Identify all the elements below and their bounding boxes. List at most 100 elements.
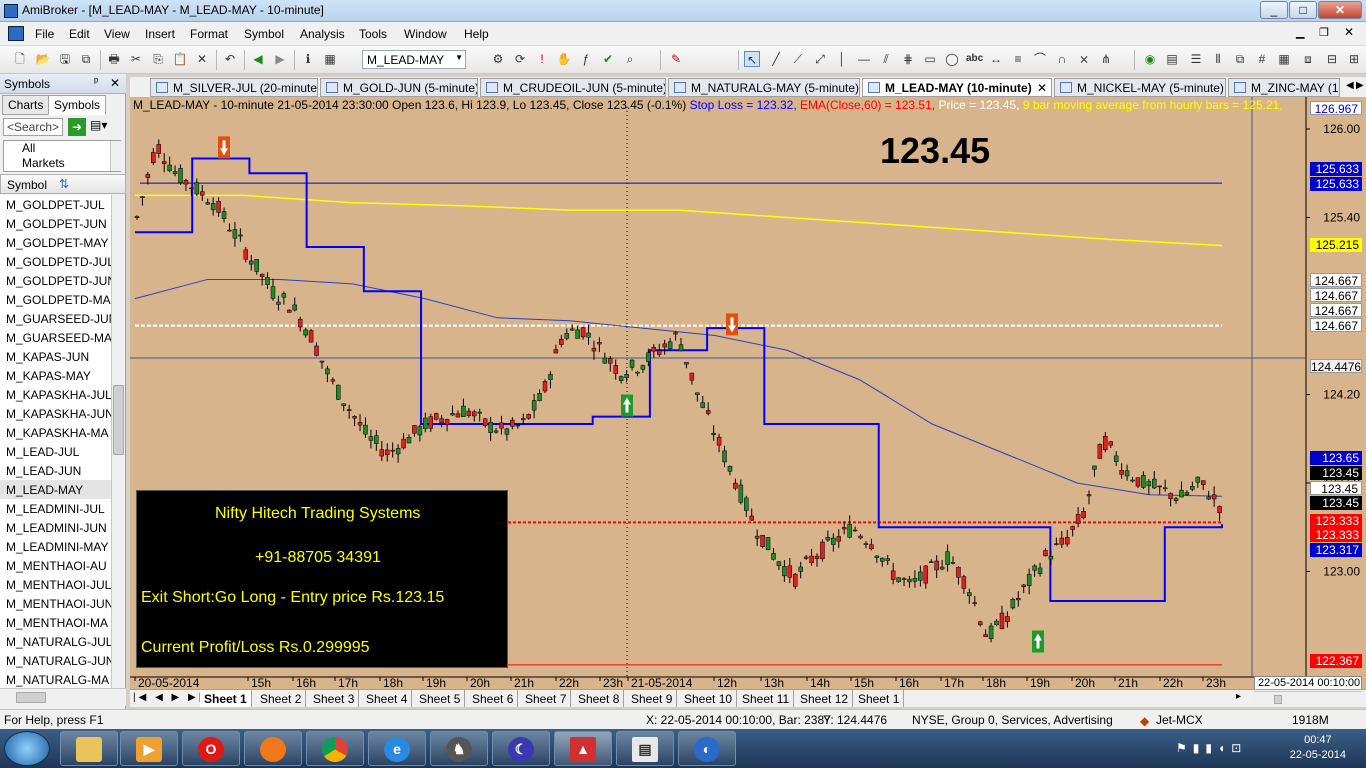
tab-naturalg-may[interactable]: M_NATURALG-MAY (5-minute) [668, 78, 860, 97]
grid-icon[interactable]: # [1254, 51, 1270, 67]
sheet-tab[interactable]: Sheet 4 [362, 690, 413, 707]
text-tool-icon[interactable]: abc [966, 51, 983, 67]
symbol-list-item[interactable]: M_KAPAS-MAY [0, 366, 111, 385]
tab-symbols[interactable]: Symbols [48, 95, 107, 115]
new-icon[interactable]: 🗋 [12, 51, 28, 67]
view-mode-icon[interactable]: ▤▾ [90, 118, 120, 136]
taskbar-ie[interactable]: e [368, 731, 426, 766]
menu-view[interactable]: View [104, 27, 130, 41]
horizontal-line-icon[interactable]: — [856, 51, 872, 67]
taskbar-chess[interactable]: ♞ [430, 731, 488, 766]
back-icon[interactable]: ◀ [250, 51, 266, 67]
vertical-line-icon[interactable]: │ [834, 51, 850, 67]
channel-icon[interactable]: ⫽ [878, 51, 894, 67]
symbol-list-item[interactable]: M_GOLDPET-JUL [0, 195, 111, 214]
app-menu-icon[interactable] [8, 26, 24, 41]
tab-charts[interactable]: Charts [2, 95, 50, 115]
taskbar-firefox[interactable] [244, 731, 302, 766]
copy-icon[interactable]: ⎘ [150, 51, 166, 67]
sheet-tab[interactable]: Sheet 3 [309, 690, 360, 707]
refresh-icon[interactable]: ⟳ [512, 51, 528, 67]
sheet-tab[interactable]: Sheet 1 [200, 690, 252, 707]
delete-icon[interactable]: ✕ [194, 51, 210, 67]
color-pen-icon[interactable]: ✎ [668, 51, 684, 67]
settings-icon[interactable]: ⚙ [490, 51, 506, 67]
tab-silver-jul[interactable]: M_SILVER-JUL (20-minute) [150, 78, 318, 97]
tabs-scroll-right-icon[interactable]: ▶ [1356, 80, 1364, 91]
sort-icon[interactable]: ⇅ [59, 177, 69, 191]
cycle-icon[interactable]: ∩ [1054, 51, 1070, 67]
menu-help[interactable]: Help [464, 27, 489, 41]
symbol-list-item[interactable]: M_LEAD-JUN [0, 461, 111, 480]
symbol-list-item[interactable]: M_LEADMINI-MAY [0, 537, 111, 556]
sheet-nav-icons[interactable]: |◀ ◀ ▶ ▶| [133, 692, 204, 703]
clock[interactable]: 00:47 22-05-2014 [1290, 733, 1346, 763]
symbol-combo[interactable]: M_LEAD-MAY ▼ [362, 50, 466, 69]
symbol-list-scrollbar[interactable] [111, 195, 125, 688]
symbol-list-item[interactable]: M_KAPASKHA-JUN [0, 404, 111, 423]
tab-nickel-may[interactable]: M_NICKEL-MAY (5-minute) [1054, 78, 1226, 97]
minimize-button[interactable]: _ [1260, 1, 1288, 19]
symbol-list-item[interactable]: M_MENTHAOI-JUL [0, 575, 111, 594]
symbol-list-item[interactable]: M_LEADMINI-JUN [0, 518, 111, 537]
menu-symbol[interactable]: Symbol [244, 27, 284, 41]
symbol-list-item[interactable]: M_KAPASKHA-MA [0, 423, 111, 442]
pin-icon[interactable]: ᵖ [94, 76, 98, 88]
cut-icon[interactable]: ✂ [128, 51, 144, 67]
sheet-tab[interactable]: Sheet 2 [256, 690, 307, 707]
symbol-list-item[interactable]: M_GUARSEED-JUN [0, 309, 111, 328]
print-icon[interactable]: 🖶 [106, 51, 122, 67]
search-go-icon[interactable]: ➜ [68, 118, 86, 136]
taskbar-opera[interactable]: O [182, 731, 240, 766]
globe-icon[interactable]: ◉ [1142, 51, 1158, 67]
taskbar-media[interactable]: ▶ [120, 731, 178, 766]
symbol-list-item[interactable]: M_LEADMINI-JUL [0, 499, 111, 518]
symbol-list-hscrollbar[interactable] [0, 688, 126, 706]
menu-file[interactable]: File [35, 27, 54, 41]
arrow-tool-icon[interactable]: ↔ [988, 51, 1004, 67]
sheet-tab[interactable]: Sheet 1 [854, 690, 905, 707]
formula-icon[interactable]: ƒ [578, 51, 594, 67]
gann-icon[interactable]: ⨯ [1076, 51, 1092, 67]
tab-gold-jun[interactable]: M_GOLD-JUN (5-minute) [320, 78, 478, 97]
taskbar-slides[interactable]: ▤ [616, 731, 674, 766]
panel-close-icon[interactable]: ✕ [110, 76, 120, 90]
sheet-tab[interactable]: Sheet 12 [796, 690, 854, 707]
mdi-close-button[interactable]: ✕ [1344, 25, 1354, 39]
extended-line-icon[interactable]: ⤢ [812, 51, 828, 67]
symbol-list-item[interactable]: M_NATURALG-JUN [0, 651, 111, 670]
taskbar-app[interactable]: ◐ [678, 731, 736, 766]
arc-icon[interactable]: ⌒ [1032, 51, 1048, 67]
alert-icon[interactable]: ! [534, 51, 550, 67]
chart-hscrollbar[interactable] [1254, 691, 1362, 707]
save-all-icon[interactable]: ⧉ [78, 51, 94, 67]
maximize-button[interactable]: □ [1289, 1, 1317, 19]
symbol-list-item[interactable]: M_GOLDPET-MAY [0, 233, 111, 252]
table-icon[interactable]: ▦ [1276, 51, 1292, 67]
sheet-tab[interactable]: Sheet 5 [415, 690, 466, 707]
sheet-tab[interactable]: Sheet 9 [627, 690, 678, 707]
close-button[interactable]: ✕ [1318, 1, 1362, 19]
search-input[interactable]: <Search> [3, 118, 63, 136]
sheet-tab[interactable]: Sheet 7 [521, 690, 572, 707]
symbol-list-item[interactable]: M_LEAD-MAY [0, 480, 111, 499]
symbol-list-item[interactable]: M_NATURALG-MA [0, 670, 111, 688]
mdi-restore-button[interactable]: ❐ [1319, 26, 1329, 39]
menu-analysis[interactable]: Analysis [300, 27, 345, 41]
open-icon[interactable]: 📂 [35, 51, 51, 67]
tab-crudeoil-jun[interactable]: M_CRUDEOIL-JUN (5-minute) [480, 78, 666, 97]
taskbar-moon[interactable]: ☾ [492, 731, 550, 766]
scan-icon[interactable]: ⌕ [622, 51, 638, 67]
paste-icon[interactable]: 📋 [172, 51, 188, 67]
save-icon[interactable]: 🖫 [57, 51, 73, 67]
symbol-list-item[interactable]: M_LEAD-JUL [0, 442, 111, 461]
start-button[interactable] [4, 731, 50, 766]
trendline-icon[interactable]: ╱ [768, 51, 784, 67]
tab-lead-may[interactable]: M_LEAD-MAY (10-minute) ✕ [862, 78, 1052, 97]
layout-icon[interactable]: ▤ [1164, 51, 1180, 67]
symbol-list-item[interactable]: M_MENTHAOI-JUN [0, 594, 111, 613]
symbol-list-item[interactable]: M_GUARSEED-MAY [0, 328, 111, 347]
tree-scrollbar[interactable] [110, 141, 122, 171]
quote-editor-icon[interactable]: ▦ [322, 51, 338, 67]
undo-icon[interactable]: ↶ [222, 51, 238, 67]
